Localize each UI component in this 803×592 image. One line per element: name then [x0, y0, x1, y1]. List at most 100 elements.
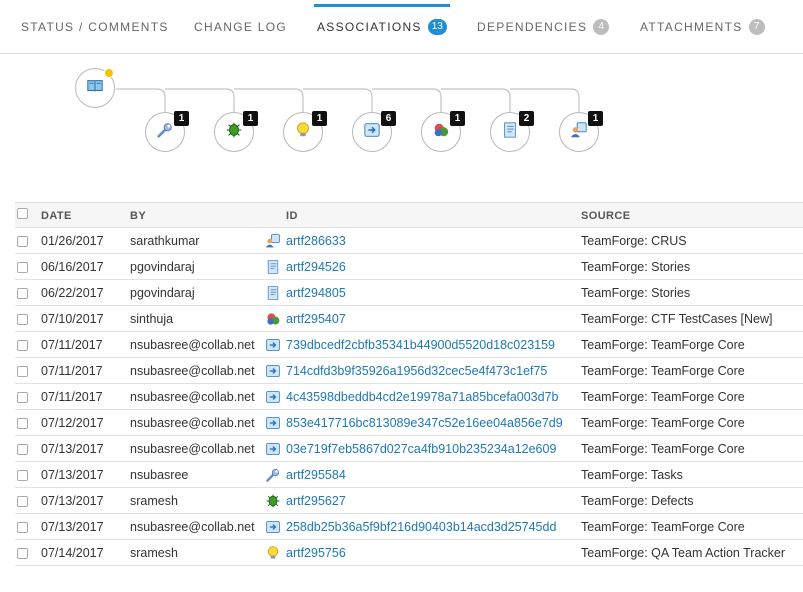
- commit-icon: [263, 436, 283, 462]
- row-date: 07/11/2017: [41, 364, 103, 378]
- association-diagram: 1116121: [0, 60, 803, 170]
- row-checkbox[interactable]: [17, 548, 28, 559]
- header-source[interactable]: SOURCE: [581, 203, 630, 229]
- artifact-link[interactable]: artf295584: [286, 468, 346, 482]
- row-select-cell: [17, 514, 31, 540]
- row-checkbox[interactable]: [17, 392, 28, 403]
- user-task-icon: [263, 228, 283, 254]
- wrench-icon: [263, 462, 283, 488]
- tab-bar: STATUS / COMMENTS CHANGE LOG ASSOCIATION…: [0, 0, 803, 54]
- row-source: TeamForge: TeamForge Core: [581, 442, 745, 456]
- row-checkbox[interactable]: [17, 288, 28, 299]
- table-row: 07/13/2017 sramesh artf295627 TeamForge: De…: [15, 488, 803, 514]
- table-row: 07/13/2017 nsubasree@collab.net 258db25b36…: [15, 514, 803, 540]
- row-date: 01/26/2017: [41, 234, 104, 248]
- row-date: 07/13/2017: [41, 520, 104, 534]
- tab-status-comments[interactable]: STATUS / COMMENTS: [21, 0, 169, 54]
- row-select-cell: [17, 436, 31, 462]
- wrench-icon: [156, 121, 174, 144]
- artifact-link[interactable]: 714cdfd3b9f35926a1956d32cec5e4f473c1ef75: [286, 364, 547, 378]
- row-date: 07/13/2017: [41, 494, 104, 508]
- associations-table: DATE BY ID SOURCE 01/26/2017 sarathkumar a…: [15, 202, 803, 566]
- artifact-link[interactable]: artf295756: [286, 546, 346, 560]
- row-checkbox[interactable]: [17, 470, 28, 481]
- lightbulb-icon: [294, 121, 312, 144]
- attachments-count-badge: 7: [748, 19, 765, 35]
- row-by: pgovindaraj: [130, 260, 195, 274]
- tab-label: CHANGE LOG: [194, 20, 288, 34]
- row-id: artf294526: [286, 254, 346, 280]
- association-count-badge: 1: [312, 111, 327, 126]
- story-icon: [263, 254, 283, 280]
- row-select-cell: [17, 358, 31, 384]
- row-source: TeamForge: CTF TestCases [New]: [581, 312, 773, 326]
- artifact-link[interactable]: artf294805: [286, 286, 346, 300]
- row-date: 07/11/2017: [41, 390, 103, 404]
- artifact-link[interactable]: 739dbcedf2cbfb35341b44900d5520d18c023159: [286, 338, 555, 352]
- association-count-badge: 1: [243, 111, 258, 126]
- row-source: TeamForge: TeamForge Core: [581, 520, 745, 534]
- row-by: nsubasree@collab.net: [130, 520, 255, 534]
- row-by: nsubasree@collab.net: [130, 416, 255, 430]
- select-all-checkbox[interactable]: [17, 208, 28, 219]
- header-id[interactable]: ID: [286, 203, 298, 229]
- tab-dependencies[interactable]: DEPENDENCIES 4: [477, 0, 610, 54]
- table-row: 06/16/2017 pgovindaraj artf294526 TeamForge…: [15, 254, 803, 280]
- table-row: 07/10/2017 sinthuja artf295407 TeamForge: C…: [15, 306, 803, 332]
- artifact-link[interactable]: artf294526: [286, 260, 346, 274]
- row-source: TeamForge: TeamForge Core: [581, 364, 745, 378]
- tab-label: ASSOCIATIONS: [317, 20, 422, 34]
- user-task-icon: [570, 121, 588, 144]
- row-date: 07/13/2017: [41, 442, 104, 456]
- row-checkbox[interactable]: [17, 522, 28, 533]
- select-all-cell: [17, 203, 31, 229]
- root-status-dot: [104, 68, 114, 78]
- row-id: 714cdfd3b9f35926a1956d32cec5e4f473c1ef75: [286, 358, 547, 384]
- row-source: TeamForge: TeamForge Core: [581, 416, 745, 430]
- artifact-link[interactable]: artf295407: [286, 312, 346, 326]
- story-icon: [263, 280, 283, 306]
- row-by: nsubasree@collab.net: [130, 390, 255, 404]
- table-header: DATE BY ID SOURCE: [15, 202, 803, 228]
- artifact-link[interactable]: 258db25b36a5f9bf216d90403b14acd3d25745dd: [286, 520, 556, 534]
- tab-attachments[interactable]: ATTACHMENTS 7: [640, 0, 765, 54]
- row-checkbox[interactable]: [17, 262, 28, 273]
- row-checkbox[interactable]: [17, 314, 28, 325]
- commit-icon: [263, 410, 283, 436]
- row-date: 07/12/2017: [41, 416, 104, 430]
- artifact-link[interactable]: artf286633: [286, 234, 346, 248]
- artifact-link[interactable]: artf295627: [286, 494, 346, 508]
- table-row: 07/12/2017 nsubasree@collab.net 853e417716…: [15, 410, 803, 436]
- commit-icon: [263, 384, 283, 410]
- row-select-cell: [17, 228, 31, 254]
- artifact-link[interactable]: 03e719f7eb5867d027ca4fb910b235234a12e609: [286, 442, 556, 456]
- tab-change-log[interactable]: CHANGE LOG: [194, 0, 287, 54]
- row-checkbox[interactable]: [17, 236, 28, 247]
- header-by[interactable]: BY: [130, 203, 265, 229]
- tab-associations[interactable]: ASSOCIATIONS 13: [314, 0, 450, 54]
- row-id: 4c43598dbeddb4cd2e19978a71a85bcefa003d7b: [286, 384, 559, 410]
- row-source: TeamForge: TeamForge Core: [581, 390, 745, 404]
- row-select-cell: [17, 332, 31, 358]
- artifact-link[interactable]: 4c43598dbeddb4cd2e19978a71a85bcefa003d7b: [286, 390, 559, 404]
- header-date[interactable]: DATE: [41, 203, 72, 229]
- row-checkbox[interactable]: [17, 366, 28, 377]
- artifact-link[interactable]: 853e417716bc813089e347c52e16ee04a856e7d9: [286, 416, 563, 430]
- table-row: 07/11/2017 nsubasree@collab.net 739dbcedf2…: [15, 332, 803, 358]
- row-id: artf295407: [286, 306, 346, 332]
- row-checkbox[interactable]: [17, 418, 28, 429]
- bug-icon: [263, 488, 283, 514]
- row-id: artf295584: [286, 462, 346, 488]
- row-source: TeamForge: Defects: [581, 494, 694, 508]
- row-by: sramesh: [130, 546, 178, 560]
- association-count-badge: 2: [519, 111, 534, 126]
- testcase-icon: [432, 121, 450, 144]
- row-checkbox[interactable]: [17, 496, 28, 507]
- row-source: TeamForge: Stories: [581, 260, 691, 274]
- row-id: 03e719f7eb5867d027ca4fb910b235234a12e609: [286, 436, 556, 462]
- row-select-cell: [17, 462, 31, 488]
- table-row: 07/13/2017 nsubasree@collab.net 03e719f7eb…: [15, 436, 803, 462]
- table-row: 06/22/2017 pgovindaraj artf294805 TeamForge…: [15, 280, 803, 306]
- row-checkbox[interactable]: [17, 444, 28, 455]
- row-checkbox[interactable]: [17, 340, 28, 351]
